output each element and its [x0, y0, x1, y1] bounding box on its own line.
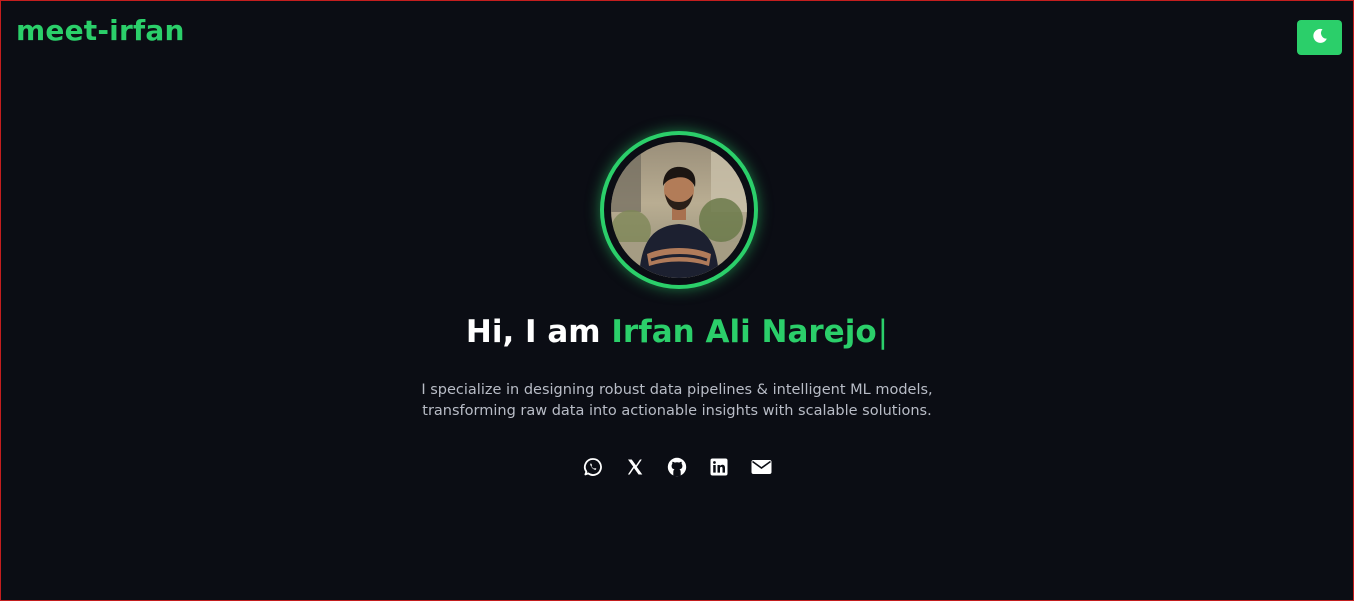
hero-name: Irfan Ali Narejo — [611, 314, 877, 350]
avatar — [611, 142, 747, 278]
moon-icon — [1312, 28, 1328, 48]
linkedin-icon — [710, 458, 728, 476]
whatsapp-icon — [583, 457, 603, 477]
x-link[interactable] — [614, 456, 656, 478]
github-link[interactable] — [656, 456, 698, 478]
greeting-text: Hi, I am — [465, 314, 612, 350]
linkedin-link[interactable] — [698, 456, 740, 478]
typing-cursor: | — [877, 314, 889, 350]
theme-toggle-button[interactable] — [1297, 20, 1342, 55]
whatsapp-link[interactable] — [572, 456, 614, 478]
github-icon — [667, 457, 687, 477]
x-icon — [626, 458, 644, 476]
profile-photo — [611, 142, 747, 278]
hero-tagline: I specialize in designing robust data pi… — [421, 382, 933, 419]
hero-headline: Hi, I am Irfan Ali Narejo| — [0, 314, 1354, 350]
avatar-ring — [600, 131, 758, 289]
social-links — [0, 456, 1354, 478]
site-logo[interactable]: meet-irfan — [16, 14, 185, 47]
email-icon — [751, 459, 772, 475]
page-frame — [0, 0, 1354, 601]
email-link[interactable] — [740, 456, 782, 478]
